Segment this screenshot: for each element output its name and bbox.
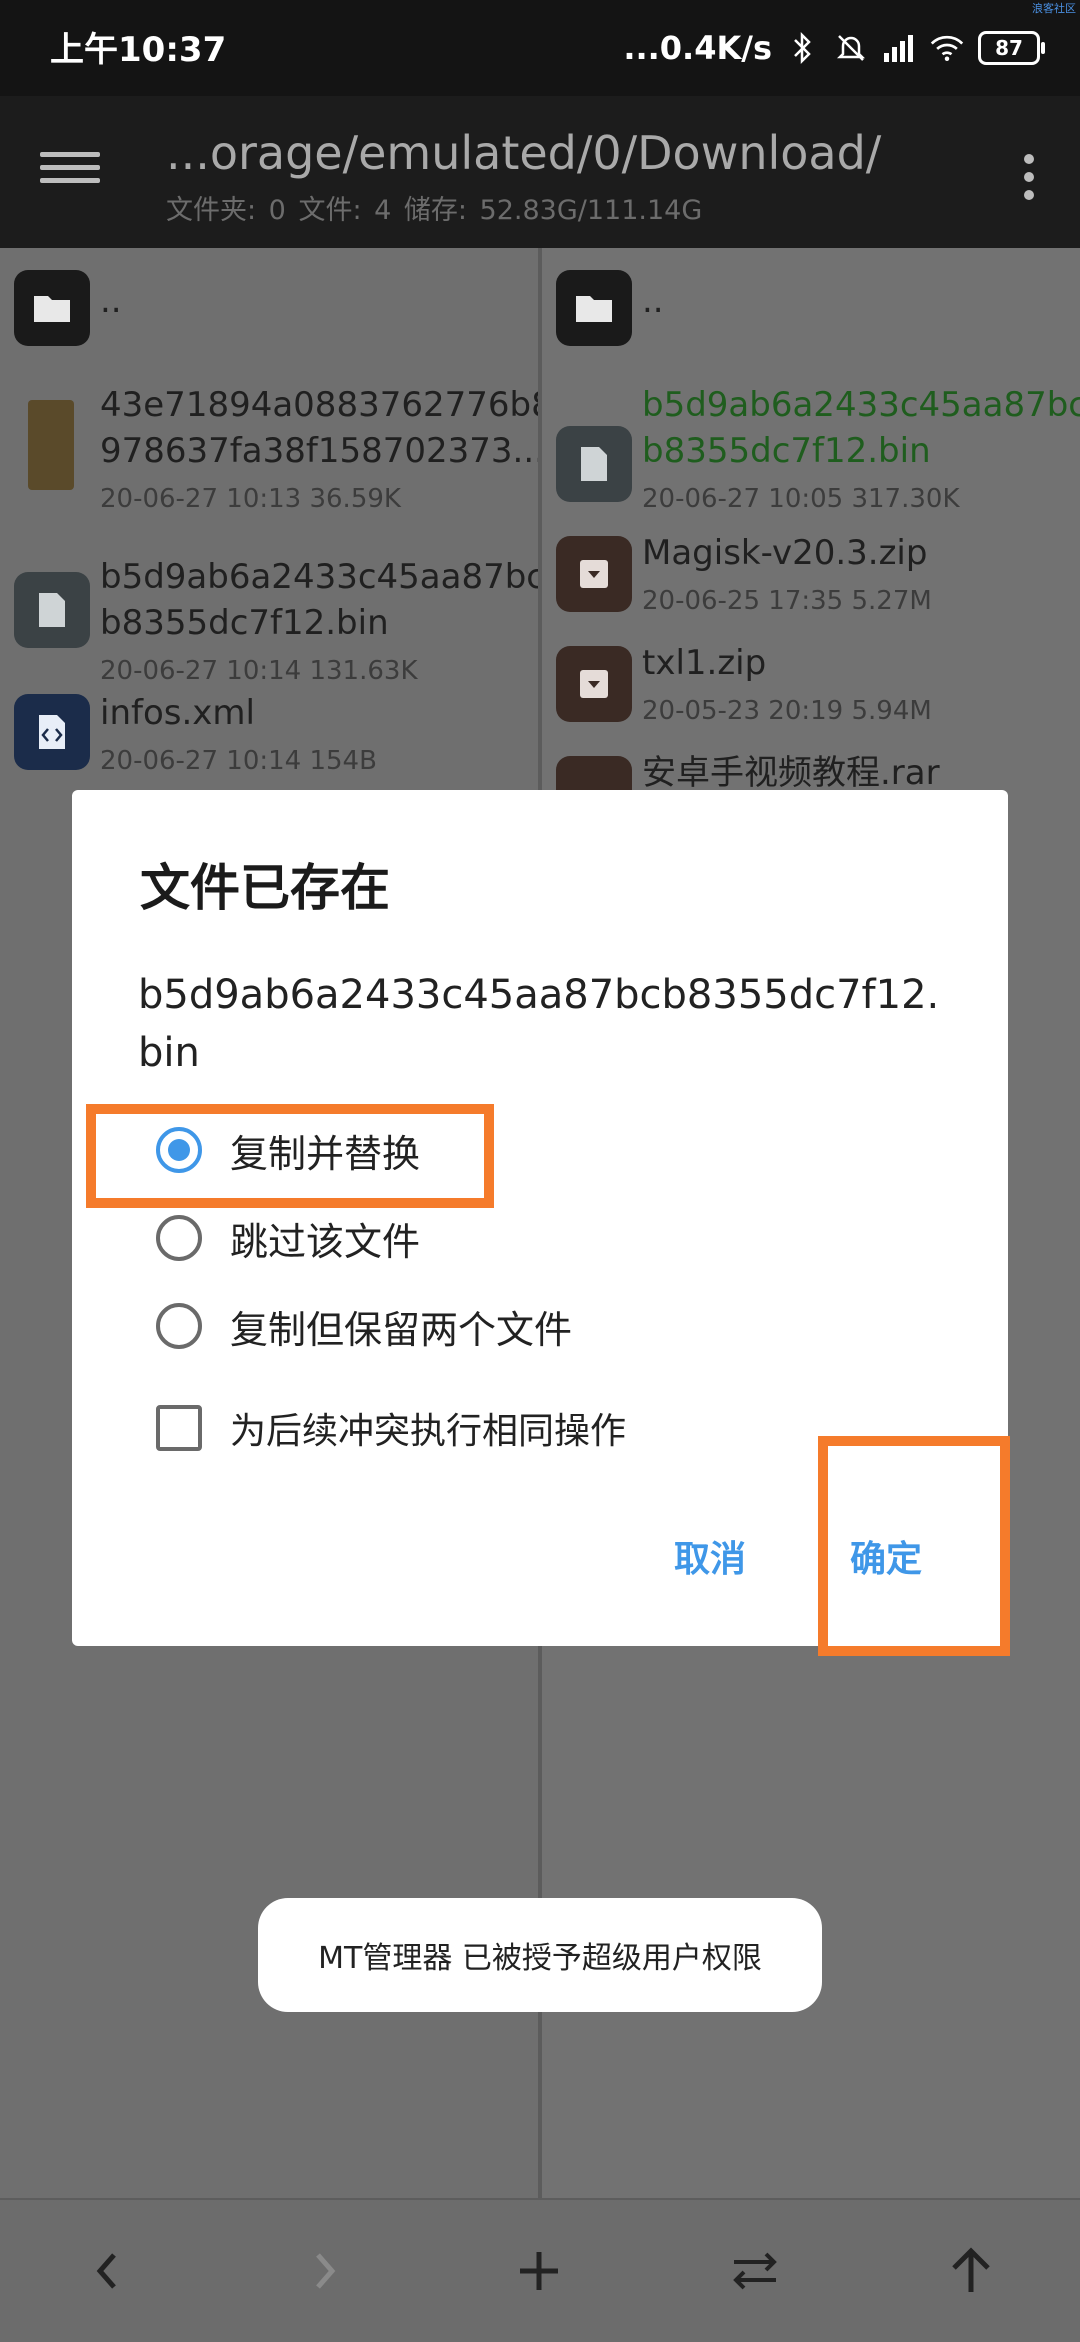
- radio-icon[interactable]: [156, 1215, 202, 1261]
- watermark: 浪客社区: [1032, 2, 1076, 15]
- list-item[interactable]: Magisk-v20.3.zip 20-06-25 17:35 5.27M: [542, 516, 1080, 626]
- status-bar: 上午10:37 ...0.4K/s 87 浪客社区: [0, 0, 1080, 96]
- file-name-line2: b8355dc7f12.bin: [100, 603, 389, 643]
- list-item[interactable]: 43e71894a0883762776b8 978637fa38f1587023…: [0, 382, 538, 550]
- file-name: Magisk-v20.3.zip: [642, 533, 928, 573]
- file-meta: 20-06-27 10:13 36.59K: [100, 484, 401, 514]
- archive-icon: [556, 646, 632, 722]
- bottom-bar: [0, 2198, 1080, 2342]
- file-name: infos.xml: [100, 693, 255, 733]
- file-meta: 20-06-25 17:35 5.27M: [642, 586, 932, 616]
- toast-message: MT管理器 已被授予超级用户权限: [258, 1898, 822, 2012]
- radio-icon[interactable]: [156, 1303, 202, 1349]
- signal-icon: [882, 31, 916, 65]
- file-name-line1: b5d9ab6a2433c45aa87bc: [642, 385, 1080, 425]
- add-icon[interactable]: [504, 2236, 574, 2306]
- bluetooth-icon: [786, 31, 820, 65]
- more-options-icon[interactable]: [1014, 146, 1044, 206]
- network-speed: ...0.4K/s: [623, 29, 772, 67]
- file-name: ..: [642, 281, 664, 321]
- file-name: ..: [100, 281, 122, 321]
- folder-icon: [14, 270, 90, 346]
- image-thumbnail: [28, 400, 74, 490]
- up-icon[interactable]: [936, 2236, 1006, 2306]
- file-name-line2: b8355dc7f12.bin: [642, 431, 931, 471]
- option-label: 复制但保留两个文件: [230, 1307, 573, 1352]
- conflict-filename: b5d9ab6a2433c45aa87bcb8355dc7f12.bin: [138, 972, 940, 1076]
- current-path: ...orage/emulated/0/Download/: [166, 126, 882, 180]
- file-name-line1: b5d9ab6a2433c45aa87bc: [100, 557, 538, 597]
- menu-icon[interactable]: [40, 144, 100, 196]
- file-name: txl1.zip: [642, 643, 767, 683]
- apply-to-all-checkbox[interactable]: 为后续冲突执行相同操作: [156, 1396, 626, 1460]
- status-icons: ...0.4K/s 87: [623, 20, 1045, 76]
- top-toolbar: ...orage/emulated/0/Download/ 文件夹: 0 文件:…: [0, 96, 1080, 248]
- battery-icon: 87: [978, 31, 1045, 65]
- file-icon: [556, 426, 632, 502]
- status-time: 上午10:37: [50, 30, 227, 70]
- highlight-ok-button: [818, 1436, 1010, 1656]
- option-skip[interactable]: 跳过该文件: [156, 1206, 420, 1270]
- swap-icon[interactable]: [720, 2236, 790, 2306]
- folder-icon: [556, 270, 632, 346]
- file-meta: 20-06-27 10:05 317.30K: [642, 484, 960, 514]
- archive-icon: [556, 536, 632, 612]
- list-item[interactable]: txl1.zip 20-05-23 20:19 5.94M: [542, 626, 1080, 736]
- checkbox-icon[interactable]: [156, 1405, 202, 1451]
- xml-file-icon: [14, 694, 90, 770]
- cancel-button[interactable]: 取消: [674, 1530, 746, 1582]
- list-item[interactable]: infos.xml 20-06-27 10:14 154B: [0, 680, 538, 790]
- list-item[interactable]: ..: [0, 256, 538, 366]
- storage-summary: 文件夹: 0 文件: 4 储存: 52.83G/111.14G: [166, 195, 703, 226]
- forward-icon[interactable]: [290, 2236, 360, 2306]
- mute-bell-icon: [834, 31, 868, 65]
- file-name-line1: 43e71894a0883762776b8: [100, 385, 538, 425]
- checkbox-label: 为后续冲突执行相同操作: [230, 1411, 627, 1452]
- file-name-line2: 978637fa38f158702373...: [100, 431, 538, 471]
- wifi-icon: [930, 31, 964, 65]
- file-icon: [14, 572, 90, 648]
- list-item[interactable]: ..: [542, 256, 1080, 366]
- option-label: 跳过该文件: [230, 1219, 421, 1264]
- dialog-title: 文件已存在: [140, 859, 390, 917]
- highlight-replace-option: [86, 1104, 494, 1208]
- file-meta: 20-05-23 20:19 5.94M: [642, 696, 932, 726]
- back-icon[interactable]: [72, 2236, 142, 2306]
- file-meta: 20-06-27 10:14 154B: [100, 746, 377, 776]
- option-keep-both[interactable]: 复制但保留两个文件: [156, 1294, 572, 1358]
